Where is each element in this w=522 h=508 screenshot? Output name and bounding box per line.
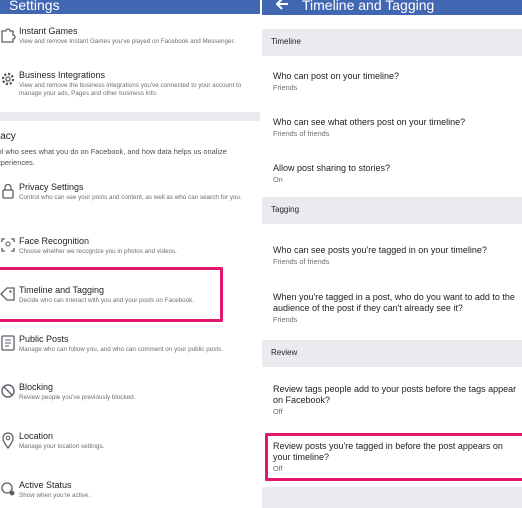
page-title: Settings	[9, 0, 60, 13]
setting-question: Who can see posts you're tagged in on yo…	[273, 245, 487, 255]
post-icon	[0, 334, 16, 352]
setting-who-can-post[interactable]: Who can post on your timeline? Friends	[273, 71, 521, 93]
setting-tagged-audience[interactable]: When you're tagged in a post, who do you…	[273, 292, 521, 325]
privacy-section-title: ivacy	[0, 131, 16, 142]
settings-item-title: Business Integrations	[19, 70, 106, 80]
settings-item-title: Active Status	[19, 480, 72, 490]
highlight-box-review-tagged-posts	[265, 433, 522, 481]
settings-item-desc: Show when you're active.	[19, 492, 91, 499]
section-header-tagging: Tagging	[262, 197, 522, 224]
settings-item-desc: Control who can see your posts and conte…	[19, 194, 242, 201]
setting-question: Who can post on your timeline?	[273, 71, 400, 81]
settings-item-desc: View and remove the business integration…	[19, 82, 242, 97]
active-status-icon	[0, 480, 16, 498]
gear-icon	[0, 70, 16, 88]
section-header-label: Tagging	[271, 205, 300, 214]
settings-item-desc: Choose whether we recognize you in photo…	[19, 248, 177, 255]
settings-item-desc: Review people you've previously blocked.	[19, 394, 136, 401]
section-divider	[0, 112, 260, 121]
face-icon	[0, 236, 16, 254]
timeline-appbar: Timeline and Tagging	[262, 0, 522, 15]
setting-question: When you're tagged in a post, who do you…	[273, 292, 515, 313]
setting-question: Who can see what others post on your tim…	[273, 117, 466, 127]
back-arrow-icon[interactable]	[274, 0, 290, 12]
setting-allow-story-sharing[interactable]: Allow post sharing to stories? On	[273, 163, 521, 185]
setting-value: On	[273, 175, 283, 184]
section-header-label: Review	[271, 348, 298, 357]
block-icon	[0, 382, 16, 400]
section-footer	[262, 487, 522, 508]
setting-value: Off	[273, 407, 283, 416]
puzzle-icon	[0, 26, 16, 44]
settings-item-title: Blocking	[19, 382, 54, 392]
setting-question: Allow post sharing to stories?	[273, 163, 391, 173]
highlight-box-timeline-tagging	[0, 267, 223, 322]
setting-who-can-see-tagged-posts[interactable]: Who can see posts you're tagged in on yo…	[273, 245, 521, 267]
settings-item-title: Public Posts	[19, 334, 69, 344]
section-header-timeline: Timeline	[262, 29, 522, 56]
settings-item-desc: View and remove Instant Games you've pla…	[19, 38, 236, 45]
setting-question: Review tags people add to your posts bef…	[273, 384, 517, 405]
section-header-label: Timeline	[271, 37, 301, 46]
privacy-section-desc: trol who sees what you do on Facebook, a…	[0, 147, 227, 167]
settings-panel: Settings Instant Games View and remove I…	[0, 0, 260, 508]
timeline-tagging-panel: Timeline and Tagging Timeline Who can po…	[262, 0, 522, 508]
settings-item-title: Privacy Settings	[19, 182, 84, 192]
settings-item-title: Face Recognition	[19, 236, 90, 246]
location-pin-icon	[0, 431, 16, 449]
page-title: Timeline and Tagging	[302, 0, 435, 13]
setting-value: Friends	[273, 83, 298, 92]
setting-value: Friends of friends	[273, 129, 330, 138]
settings-item-title: Instant Games	[19, 26, 78, 36]
setting-who-can-see-others-posts[interactable]: Who can see what others post on your tim…	[273, 117, 521, 139]
setting-value: Friends	[273, 315, 298, 324]
lock-icon	[0, 182, 16, 200]
settings-item-desc: Manage your location settings.	[19, 443, 105, 450]
setting-review-tags[interactable]: Review tags people add to your posts bef…	[273, 384, 521, 417]
settings-appbar: Settings	[0, 0, 260, 14]
section-header-review: Review	[262, 340, 522, 367]
setting-value: Friends of friends	[273, 257, 330, 266]
settings-item-desc: Manage who can follow you, and who can c…	[19, 346, 224, 353]
settings-item-title: Location	[19, 431, 54, 441]
